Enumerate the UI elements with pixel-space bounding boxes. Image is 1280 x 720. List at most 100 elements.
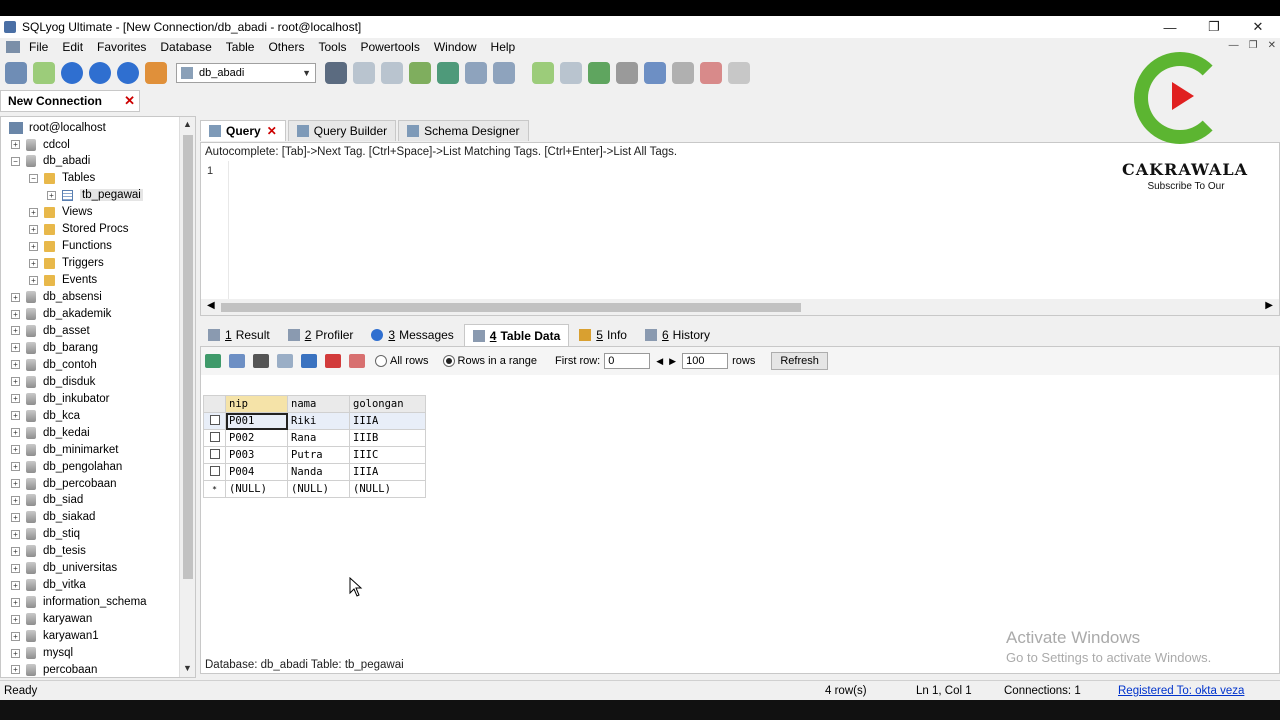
user-manager-icon[interactable]	[325, 62, 347, 84]
table-row[interactable]: P002 Rana IIIB	[203, 429, 426, 447]
tree-item-karyawan[interactable]: + karyawan	[11, 611, 92, 628]
tree-item-db-abadi[interactable]: − db_abadi	[11, 153, 90, 170]
tree-item-db-barang[interactable]: + db_barang	[11, 339, 98, 356]
tree-item-db-asset[interactable]: + db_asset	[11, 322, 90, 339]
expand-icon[interactable]: +	[11, 529, 20, 539]
tab-result[interactable]: 1 Result	[200, 324, 278, 346]
tab-query-builder[interactable]: Query Builder	[287, 120, 397, 141]
restore-icon[interactable]: ❐	[1192, 16, 1236, 38]
column-header-nama[interactable]: nama	[287, 395, 350, 413]
collapse-icon[interactable]: −	[29, 173, 38, 183]
table-cell[interactable]: P002	[225, 429, 288, 447]
new-query-icon[interactable]	[33, 62, 55, 84]
execute-query-icon[interactable]	[61, 62, 83, 84]
notification-icon[interactable]	[616, 62, 638, 84]
export-icon[interactable]	[205, 354, 221, 368]
expand-icon[interactable]: +	[11, 479, 20, 488]
tree-item-cdcol[interactable]: + cdcol	[11, 136, 70, 153]
chevron-down-icon[interactable]: ▼	[183, 663, 192, 673]
expand-icon[interactable]: +	[11, 377, 20, 387]
tree-scrollbar[interactable]: ▲ ▼	[179, 117, 195, 677]
menu-edit[interactable]: Edit	[55, 40, 90, 54]
tab-table-data[interactable]: 4 Table Data	[463, 324, 570, 346]
delete-icon[interactable]	[325, 354, 341, 368]
tab-query[interactable]: Query ✕	[200, 120, 286, 141]
table-cell[interactable]: IIIA	[349, 463, 426, 481]
tree-item-db-tesis[interactable]: + db_tesis	[11, 543, 86, 560]
tree-item-db-siakad[interactable]: + db_siakad	[11, 509, 95, 526]
minimize-icon[interactable]: —	[1148, 16, 1192, 38]
menu-table[interactable]: Table	[219, 40, 262, 54]
new-connection-icon[interactable]	[5, 62, 27, 84]
menu-help[interactable]: Help	[484, 40, 523, 54]
table-cell[interactable]: (NULL)	[287, 480, 350, 498]
tree-scrollbar-thumb[interactable]	[183, 135, 193, 579]
expand-icon[interactable]: +	[11, 512, 20, 522]
tab-schema-designer[interactable]: Schema Designer	[398, 120, 529, 141]
expand-icon[interactable]: +	[29, 258, 38, 268]
next-page-icon[interactable]: ▶	[669, 356, 676, 367]
tree-item-functions[interactable]: + Functions	[29, 238, 112, 255]
table-row[interactable]: P001 Riki IIIA	[203, 412, 426, 430]
prev-page-icon[interactable]: ◀	[656, 356, 663, 367]
tree-item-db-minimarket[interactable]: + db_minimarket	[11, 441, 118, 458]
menu-others[interactable]: Others	[261, 40, 311, 54]
table-cell[interactable]: IIIC	[349, 446, 426, 464]
chevron-up-icon[interactable]: ▲	[183, 119, 192, 129]
table-cell[interactable]: Nanda	[287, 463, 350, 481]
tree-item-triggers[interactable]: + Triggers	[29, 255, 104, 272]
table-row[interactable]: P004 Nanda IIIA	[203, 463, 426, 481]
tree-item-percobaan[interactable]: + percobaan	[11, 661, 97, 677]
chevron-right-icon[interactable]: ▶	[1265, 300, 1273, 311]
tab-messages[interactable]: 3 Messages	[363, 324, 461, 346]
query-editor[interactable]: Autocomplete: [Tab]->Next Tag. [Ctrl+Spa…	[200, 142, 1280, 316]
column-header-golongan[interactable]: golongan	[349, 395, 426, 413]
tab-profiler[interactable]: 2 Profiler	[280, 324, 362, 346]
expand-icon[interactable]: +	[11, 597, 20, 607]
table-cell[interactable]: P004	[225, 463, 288, 481]
import-external-icon[interactable]	[588, 62, 610, 84]
expand-icon[interactable]: +	[11, 428, 20, 438]
checkbox-icon[interactable]	[209, 431, 220, 442]
expand-icon[interactable]: +	[11, 665, 20, 675]
execute-all-icon[interactable]	[89, 62, 111, 84]
column-header-nip[interactable]: nip	[225, 395, 288, 413]
expand-icon[interactable]: +	[29, 224, 38, 234]
expand-icon[interactable]: +	[11, 563, 20, 573]
filter-icon[interactable]	[253, 354, 269, 368]
collapse-icon[interactable]: −	[11, 156, 20, 166]
row-checkbox[interactable]	[203, 446, 226, 464]
expand-icon[interactable]: +	[11, 546, 20, 556]
tree-item-db-contoh[interactable]: + db_contoh	[11, 356, 97, 373]
import-icon[interactable]	[437, 62, 459, 84]
database-select[interactable]: db_abadi ▼	[176, 63, 316, 83]
expand-icon[interactable]: +	[11, 292, 20, 302]
tree-item-information-schema[interactable]: + information_schema	[11, 594, 147, 611]
expand-icon[interactable]: +	[11, 140, 20, 149]
data-sync-icon[interactable]	[560, 62, 582, 84]
rows-count-input[interactable]: 100	[682, 353, 729, 369]
refresh-object-icon[interactable]	[145, 62, 167, 84]
table-cell[interactable]: Riki	[287, 412, 350, 430]
tree-item-db-stiq[interactable]: + db_stiq	[11, 526, 80, 543]
expand-icon[interactable]: +	[29, 207, 38, 217]
editor-scrollbar-thumb[interactable]	[221, 303, 801, 312]
menu-database[interactable]: Database	[153, 40, 218, 54]
new-row[interactable]: * (NULL) (NULL) (NULL)	[203, 480, 426, 498]
restore-icon[interactable]	[381, 62, 403, 84]
close-icon[interactable]: ✕	[1236, 16, 1280, 38]
expand-icon[interactable]: +	[29, 241, 38, 251]
tree-item-db-universitas[interactable]: + db_universitas	[11, 560, 117, 577]
tree-item-db-disduk[interactable]: + db_disduk	[11, 373, 95, 390]
tree-item-db-siad[interactable]: + db_siad	[11, 492, 83, 509]
close-icon[interactable]: ✕	[267, 124, 277, 138]
mdi-close-icon[interactable]: ✕	[1268, 40, 1276, 51]
menu-powertools[interactable]: Powertools	[353, 40, 426, 54]
tree-item-db-percobaan[interactable]: + db_percobaan	[11, 475, 117, 492]
tab-info[interactable]: 5 Info	[571, 324, 635, 346]
tree-item-db-absensi[interactable]: + db_absensi	[11, 289, 102, 306]
tree-item-events[interactable]: + Events	[29, 272, 97, 289]
view-mode-icon[interactable]	[229, 354, 245, 368]
table-cell[interactable]: (NULL)	[349, 480, 426, 498]
table-cell[interactable]: IIIB	[349, 429, 426, 447]
